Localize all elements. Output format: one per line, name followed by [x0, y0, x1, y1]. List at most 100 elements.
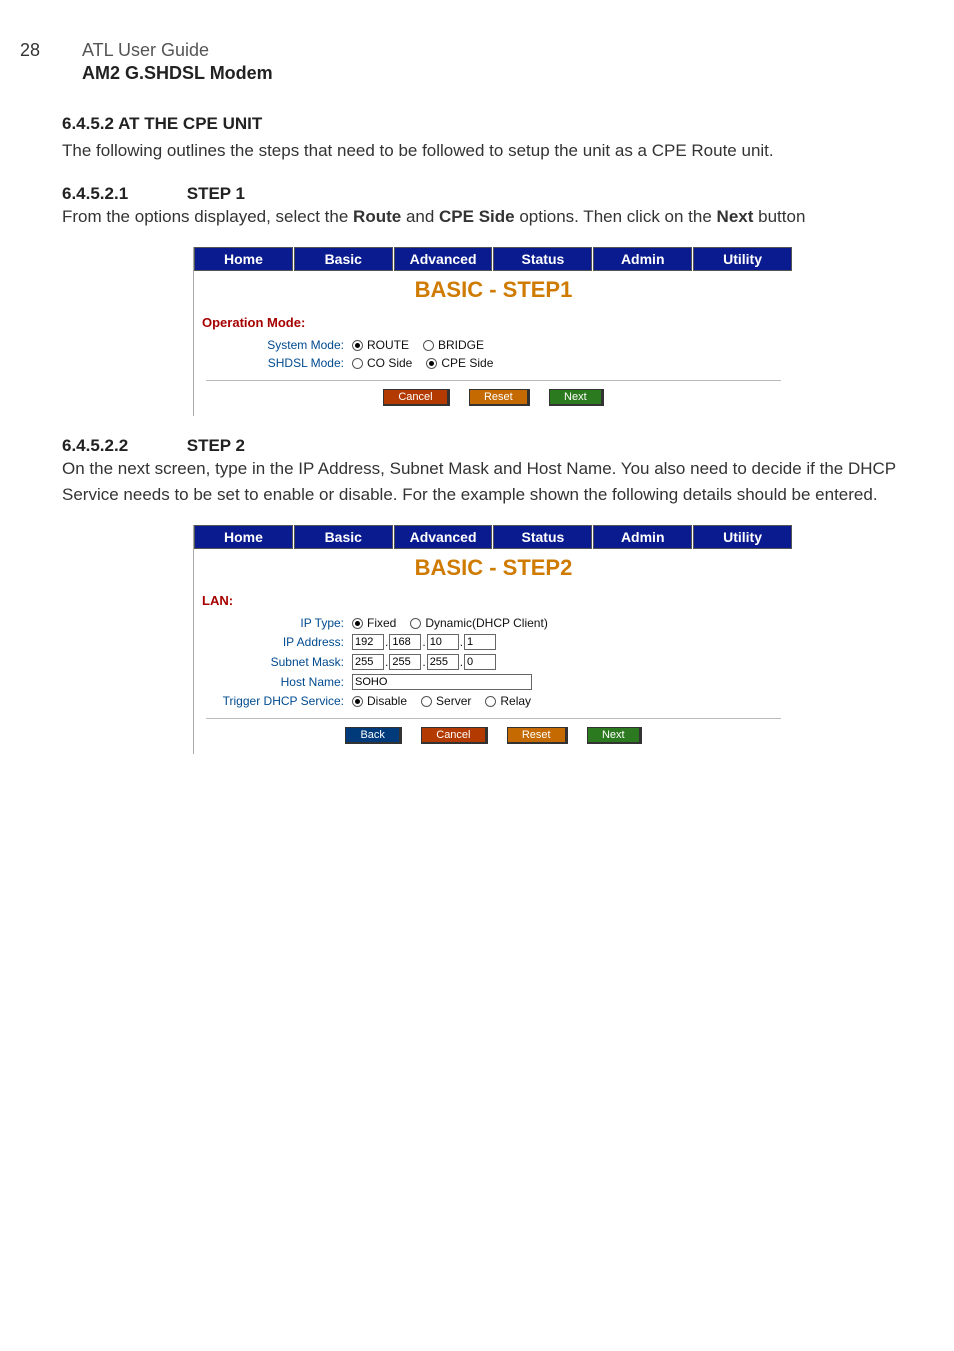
- radio-dot-icon: [426, 358, 437, 369]
- reset-button[interactable]: Reset: [507, 727, 568, 744]
- tab-admin[interactable]: Admin: [593, 247, 692, 271]
- row-subnet-mask: Subnet Mask: . . .: [194, 652, 793, 672]
- next-button[interactable]: Next: [549, 389, 604, 406]
- step1-number: 6.4.5.2.1: [62, 184, 182, 204]
- section-lan: LAN:: [194, 591, 793, 614]
- radio-shdsl-cpe[interactable]: CPE Side: [426, 356, 493, 370]
- nav-tabs: Home Basic Advanced Status Admin Utility: [194, 247, 793, 271]
- cancel-button[interactable]: Cancel: [421, 727, 487, 744]
- step1-text-frag: options. Then click on the: [515, 207, 717, 226]
- step1-heading: 6.4.5.2.1 STEP 1: [62, 184, 924, 204]
- cancel-button[interactable]: Cancel: [383, 389, 449, 406]
- label-ip-address: IP Address:: [202, 635, 352, 649]
- mask-octet-4[interactable]: [464, 654, 496, 670]
- step1-text-frag: From the options displayed, select the: [62, 207, 353, 226]
- nav-tabs: Home Basic Advanced Status Admin Utility: [194, 525, 793, 549]
- section-operation-mode: Operation Mode:: [194, 313, 793, 336]
- label-system-mode: System Mode:: [202, 338, 352, 352]
- mask-octet-1[interactable]: [352, 654, 384, 670]
- radio-iptype-fixed[interactable]: Fixed: [352, 616, 396, 630]
- page-title-step1: BASIC - STEP1: [194, 277, 793, 303]
- section-intro-text: The following outlines the steps that ne…: [62, 138, 924, 164]
- ip-octet-1[interactable]: [352, 634, 384, 650]
- button-row-step1: Cancel Reset Next: [194, 387, 793, 416]
- host-name-input[interactable]: [352, 674, 532, 690]
- step1-text-bold-route: Route: [353, 207, 401, 226]
- radio-dhcp-server[interactable]: Server: [421, 694, 471, 708]
- radio-label: Fixed: [367, 616, 396, 630]
- step2-number: 6.4.5.2.2: [62, 436, 182, 456]
- screenshot-basic-step1: Home Basic Advanced Status Admin Utility…: [193, 247, 793, 416]
- step1-text-frag: button: [753, 207, 805, 226]
- tab-basic[interactable]: Basic: [294, 525, 393, 549]
- label-shdsl-mode: SHDSL Mode:: [202, 356, 352, 370]
- radio-dot-icon: [352, 696, 363, 707]
- reset-button[interactable]: Reset: [469, 389, 530, 406]
- radio-shdsl-co[interactable]: CO Side: [352, 356, 412, 370]
- radio-label: BRIDGE: [438, 338, 484, 352]
- row-shdsl-mode: SHDSL Mode: CO Side CPE Side: [194, 354, 793, 372]
- row-ip-type: IP Type: Fixed Dynamic(DHCP Client): [194, 614, 793, 632]
- ip-octet-3[interactable]: [427, 634, 459, 650]
- row-host-name: Host Name:: [194, 672, 793, 692]
- tab-home[interactable]: Home: [194, 525, 293, 549]
- label-host-name: Host Name:: [202, 675, 352, 689]
- step1-text-bold-next: Next: [717, 207, 754, 226]
- step1-text-frag: and: [401, 207, 439, 226]
- radio-dot-icon: [352, 340, 363, 351]
- page-title-step2: BASIC - STEP2: [194, 555, 793, 581]
- mask-octet-2[interactable]: [389, 654, 421, 670]
- guide-title: ATL User Guide: [82, 40, 924, 61]
- tab-utility[interactable]: Utility: [693, 247, 792, 271]
- radio-dot-icon: [410, 618, 421, 629]
- radio-dot-icon: [423, 340, 434, 351]
- label-ip-type: IP Type:: [202, 616, 352, 630]
- radio-label: CO Side: [367, 356, 412, 370]
- tab-basic[interactable]: Basic: [294, 247, 393, 271]
- ip-octet-2[interactable]: [389, 634, 421, 650]
- next-button[interactable]: Next: [587, 727, 642, 744]
- radio-label: Relay: [500, 694, 531, 708]
- row-ip-address: IP Address: . . .: [194, 632, 793, 652]
- screenshot-basic-step2: Home Basic Advanced Status Admin Utility…: [193, 525, 793, 754]
- radio-dot-icon: [352, 358, 363, 369]
- radio-system-bridge[interactable]: BRIDGE: [423, 338, 484, 352]
- row-dhcp-service: Trigger DHCP Service: Disable Server Rel…: [194, 692, 793, 710]
- radio-label: ROUTE: [367, 338, 409, 352]
- radio-dhcp-relay[interactable]: Relay: [485, 694, 531, 708]
- tab-status[interactable]: Status: [493, 247, 592, 271]
- tab-utility[interactable]: Utility: [693, 525, 792, 549]
- radio-label: Disable: [367, 694, 407, 708]
- page-number: 28: [20, 40, 40, 61]
- step1-text-bold-cpe: CPE Side: [439, 207, 515, 226]
- radio-iptype-dynamic[interactable]: Dynamic(DHCP Client): [410, 616, 547, 630]
- radio-label: CPE Side: [441, 356, 493, 370]
- tab-advanced[interactable]: Advanced: [394, 247, 493, 271]
- guide-subtitle: AM2 G.SHDSL Modem: [82, 63, 924, 84]
- step2-text: On the next screen, type in the IP Addre…: [62, 456, 924, 507]
- ip-octet-4[interactable]: [464, 634, 496, 650]
- step2-heading: 6.4.5.2.2 STEP 2: [62, 436, 924, 456]
- back-button[interactable]: Back: [345, 727, 401, 744]
- tab-status[interactable]: Status: [493, 525, 592, 549]
- radio-dot-icon: [421, 696, 432, 707]
- label-subnet-mask: Subnet Mask:: [202, 655, 352, 669]
- radio-dot-icon: [352, 618, 363, 629]
- radio-system-route[interactable]: ROUTE: [352, 338, 409, 352]
- tab-admin[interactable]: Admin: [593, 525, 692, 549]
- button-row-step2: Back Cancel Reset Next: [194, 725, 793, 754]
- section-heading-6-4-5-2: 6.4.5.2 AT THE CPE UNIT: [62, 114, 924, 134]
- tab-advanced[interactable]: Advanced: [394, 525, 493, 549]
- radio-dhcp-disable[interactable]: Disable: [352, 694, 407, 708]
- tab-home[interactable]: Home: [194, 247, 293, 271]
- divider: [206, 380, 781, 381]
- divider: [206, 718, 781, 719]
- step2-label: STEP 2: [187, 436, 245, 456]
- radio-label: Server: [436, 694, 471, 708]
- radio-label: Dynamic(DHCP Client): [425, 616, 547, 630]
- mask-octet-3[interactable]: [427, 654, 459, 670]
- radio-dot-icon: [485, 696, 496, 707]
- step1-text: From the options displayed, select the R…: [62, 204, 924, 230]
- step1-label: STEP 1: [187, 184, 245, 204]
- label-dhcp-service: Trigger DHCP Service:: [202, 694, 352, 708]
